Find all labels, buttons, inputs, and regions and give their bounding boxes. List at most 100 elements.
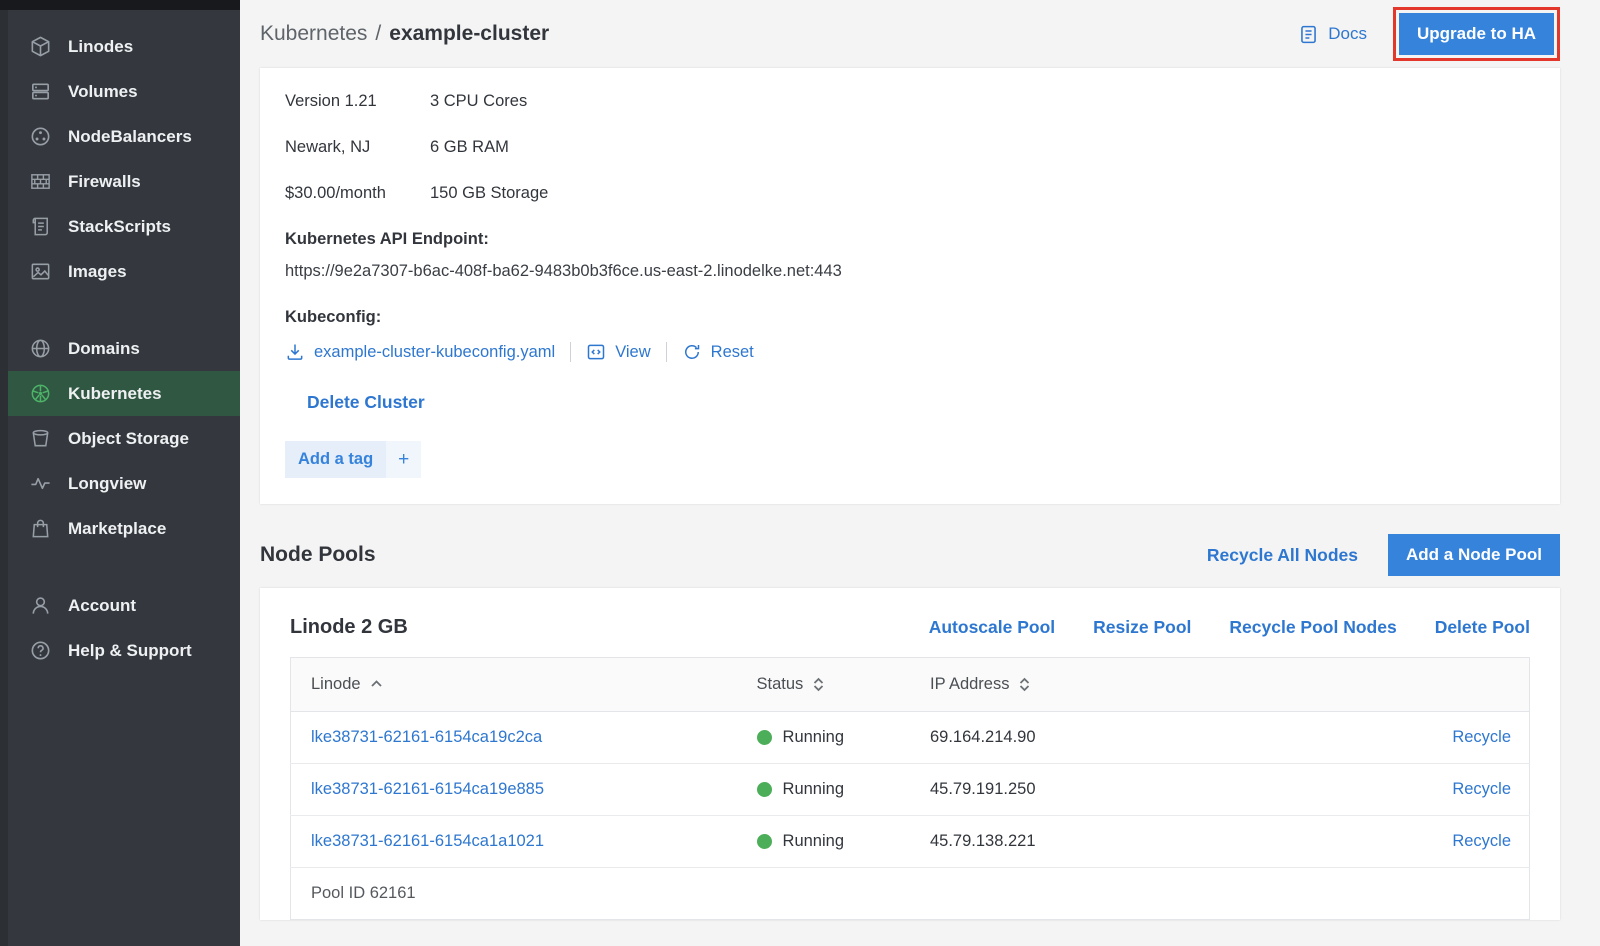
cluster-summary-card: Version 1.21 3 CPU Cores Newark, NJ 6 GB… [260, 68, 1560, 504]
help-question-icon [28, 639, 52, 663]
sidebar-item-firewalls[interactable]: Firewalls [0, 159, 240, 204]
sidebar-item-label: Volumes [68, 82, 138, 102]
pool-head: Linode 2 GB Autoscale Pool Resize Pool R… [290, 616, 1530, 639]
sidebar-item-label: Marketplace [68, 519, 166, 539]
docs-icon [1298, 24, 1319, 45]
node-pools-header: Node Pools Recycle All Nodes Add a Node … [260, 534, 1560, 576]
pool-name: Linode 2 GB [290, 616, 408, 639]
sidebar-group-account: Account Help & Support [0, 583, 240, 673]
sidebar-item-object-storage[interactable]: Object Storage [0, 416, 240, 461]
recycle-pool-nodes-link[interactable]: Recycle Pool Nodes [1229, 617, 1396, 638]
breadcrumb: Kubernetes / example-cluster [260, 22, 549, 46]
view-code-icon [586, 342, 606, 362]
domains-globe-icon [28, 337, 52, 361]
kubernetes-helm-icon [28, 382, 52, 406]
breadcrumb-current-cluster: example-cluster [389, 22, 549, 46]
sidebar-group-services: Domains Kubernetes Object Storage [0, 326, 240, 551]
ip-address: 45.79.191.250 [910, 764, 1220, 816]
node-link[interactable]: lke38731-62161-6154ca1a1021 [311, 832, 544, 850]
kubeconfig-view-link[interactable]: View [586, 342, 650, 362]
status-cell: Running [757, 832, 909, 851]
account-person-icon [28, 594, 52, 618]
delete-pool-link[interactable]: Delete Pool [1435, 617, 1530, 638]
sidebar-item-label: Firewalls [68, 172, 141, 192]
sidebar-item-label: Account [68, 596, 136, 616]
node-pool-card: Linode 2 GB Autoscale Pool Resize Pool R… [260, 588, 1560, 920]
ip-address: 45.79.138.221 [910, 816, 1220, 868]
sort-asc-icon [370, 677, 383, 692]
pool-action-links: Autoscale Pool Resize Pool Recycle Pool … [929, 617, 1530, 638]
pool-nodes-table: Linode Status IP Addre [290, 657, 1530, 920]
cluster-ram: 6 GB RAM [430, 138, 509, 157]
cluster-storage: 150 GB Storage [430, 184, 548, 203]
recycle-node-link[interactable]: Recycle [1452, 832, 1511, 850]
table-row: lke38731-62161-6154ca19c2ca Running 69.1… [291, 712, 1530, 764]
upgrade-to-ha-button[interactable]: Upgrade to HA [1399, 13, 1554, 55]
table-row: lke38731-62161-6154ca1a1021 Running 45.7… [291, 816, 1530, 868]
app-window: Linodes Volumes NodeBalancers [0, 0, 1600, 946]
node-link[interactable]: lke38731-62161-6154ca19c2ca [311, 728, 542, 746]
status-dot-running [757, 730, 772, 745]
volumes-icon [28, 80, 52, 104]
reset-label: Reset [711, 343, 754, 362]
sidebar-item-volumes[interactable]: Volumes [0, 69, 240, 114]
api-endpoint-label: Kubernetes API Endpoint: [285, 230, 1535, 249]
view-label: View [615, 343, 650, 362]
add-tag-button[interactable]: Add a tag + [285, 441, 421, 478]
sidebar-item-images[interactable]: Images [0, 249, 240, 294]
column-header-ip-address[interactable]: IP Address [910, 658, 1220, 712]
recycle-node-link[interactable]: Recycle [1452, 728, 1511, 746]
kubeconfig-reset-link[interactable]: Reset [682, 342, 754, 362]
ip-address: 69.164.214.90 [910, 712, 1220, 764]
sort-both-icon [1018, 677, 1031, 692]
cluster-region: Newark, NJ [285, 138, 430, 157]
node-pools-title: Node Pools [260, 543, 376, 567]
delete-cluster-link[interactable]: Delete Cluster [307, 392, 425, 413]
spec-row-region-ram: Newark, NJ 6 GB RAM [285, 138, 1535, 157]
sidebar-item-linodes[interactable]: Linodes [0, 24, 240, 69]
sidebar-item-longview[interactable]: Longview [0, 461, 240, 506]
column-label: Status [757, 675, 804, 694]
sidebar-item-domains[interactable]: Domains [0, 326, 240, 371]
stackscripts-scroll-icon [28, 215, 52, 239]
status-dot-running [757, 834, 772, 849]
node-link[interactable]: lke38731-62161-6154ca19e885 [311, 780, 544, 798]
cluster-cpu: 3 CPU Cores [430, 92, 527, 111]
images-icon [28, 260, 52, 284]
sidebar-item-help-support[interactable]: Help & Support [0, 628, 240, 673]
sidebar-item-kubernetes[interactable]: Kubernetes [0, 371, 240, 416]
object-storage-bucket-icon [28, 427, 52, 451]
sidebar-item-marketplace[interactable]: Marketplace [0, 506, 240, 551]
pool-id-row: Pool ID 62161 [291, 868, 1530, 920]
kubeconfig-download-link[interactable]: example-cluster-kubeconfig.yaml [285, 342, 555, 362]
docs-link[interactable]: Docs [1298, 24, 1367, 45]
resize-pool-link[interactable]: Resize Pool [1093, 617, 1191, 638]
sidebar-logo-strip [0, 0, 240, 10]
reset-refresh-icon [682, 342, 702, 362]
sidebar-item-nodebalancers[interactable]: NodeBalancers [0, 114, 240, 159]
sidebar-item-account[interactable]: Account [0, 583, 240, 628]
main-content: Kubernetes / example-cluster Docs Upgrad… [240, 0, 1600, 946]
sidebar-item-label: Longview [68, 474, 146, 494]
sidebar-group-compute: Linodes Volumes NodeBalancers [0, 24, 240, 294]
add-node-pool-button[interactable]: Add a Node Pool [1388, 534, 1560, 576]
column-label: Linode [311, 675, 361, 694]
sidebar-item-label: Images [68, 262, 127, 282]
breadcrumb-separator: / [375, 22, 381, 46]
sort-both-icon [812, 677, 825, 692]
sidebar-item-label: Domains [68, 339, 140, 359]
sidebar: Linodes Volumes NodeBalancers [0, 0, 240, 946]
column-header-linode[interactable]: Linode [291, 658, 737, 712]
status-cell: Running [757, 728, 909, 747]
kubeconfig-label: Kubeconfig: [285, 308, 1535, 327]
column-header-status[interactable]: Status [737, 658, 910, 712]
sidebar-item-stackscripts[interactable]: StackScripts [0, 204, 240, 249]
recycle-all-nodes-link[interactable]: Recycle All Nodes [1207, 545, 1358, 566]
kubeconfig-filename: example-cluster-kubeconfig.yaml [314, 343, 555, 362]
recycle-node-link[interactable]: Recycle [1452, 780, 1511, 798]
autoscale-pool-link[interactable]: Autoscale Pool [929, 617, 1055, 638]
page-header: Kubernetes / example-cluster Docs Upgrad… [260, 0, 1560, 58]
cluster-version: Version 1.21 [285, 92, 430, 111]
breadcrumb-kubernetes-link[interactable]: Kubernetes [260, 22, 367, 46]
sidebar-item-label: Kubernetes [68, 384, 162, 404]
